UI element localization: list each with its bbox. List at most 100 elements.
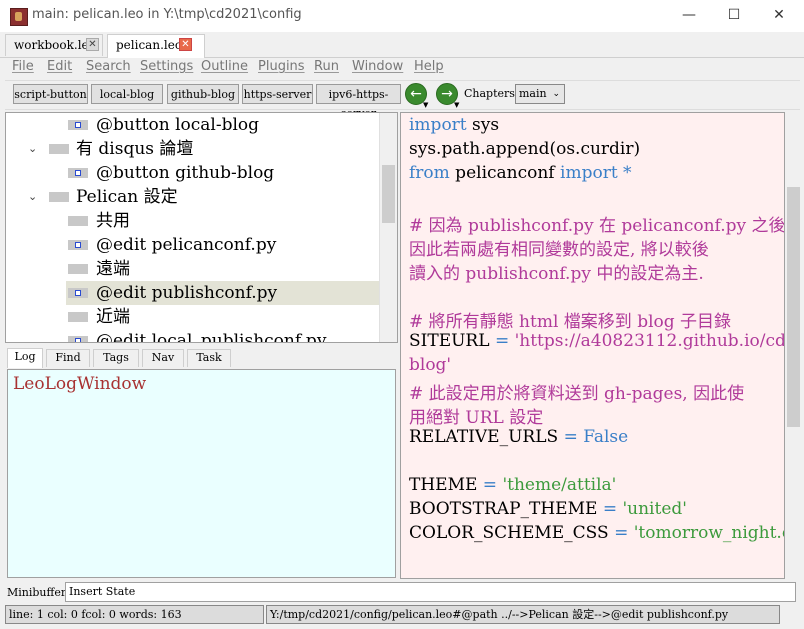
code-token: blog': [409, 355, 452, 375]
node-label: @edit local_publishconf.py: [96, 331, 327, 343]
node-label: Pelican 設定: [76, 187, 178, 207]
menu-edit[interactable]: Edit: [47, 59, 72, 74]
tab-task[interactable]: Task: [187, 349, 231, 367]
log-window[interactable]: LeoLogWindow: [7, 369, 396, 578]
expand-chevron-icon[interactable]: ⌄: [28, 185, 37, 209]
tab-pelican[interactable]: pelican.leo ✕: [107, 34, 205, 58]
close-tab-icon[interactable]: ✕: [86, 38, 99, 51]
code-token: RELATIVE_URLS: [409, 427, 564, 447]
title-bar: main: pelican.leo in Y:\tmp\cd2021\confi…: [0, 0, 804, 32]
body-line[interactable]: sys.path.append(os.curdir): [409, 139, 640, 159]
https-server-button[interactable]: https-server: [242, 84, 313, 104]
body-scrollbar[interactable]: [785, 112, 802, 579]
code-token: # 此設定用於將資料送到 gh-pages, 因此使: [409, 384, 745, 404]
local-blog-button[interactable]: local-blog: [91, 84, 163, 104]
body-line[interactable]: COLOR_SCHEME_CSS = 'tomorrow_night.css': [409, 523, 784, 543]
tab-find[interactable]: Find: [46, 349, 90, 367]
body-editor[interactable]: import sys sys.path.append(os.curdir) from…: [400, 112, 785, 579]
body-line[interactable]: 讀入的 publishconf.py 中的設定為主.: [409, 259, 704, 284]
status-path: Y:/tmp/cd2021/config/pelican.leo#@path .…: [266, 605, 780, 624]
body-scrollbar-thumb[interactable]: [787, 187, 800, 427]
body-line[interactable]: # 此設定用於將資料送到 gh-pages, 因此使: [409, 379, 744, 404]
code-token: from: [409, 163, 450, 183]
code-token: BOOTSTRAP_THEME: [409, 499, 603, 519]
menu-settings[interactable]: Settings: [140, 59, 193, 74]
menu-run[interactable]: Run: [314, 59, 339, 74]
chapters-select[interactable]: main ⌄: [515, 84, 565, 104]
node-icon: [49, 192, 69, 202]
chapters-label: Chapters:: [464, 87, 519, 100]
body-line[interactable]: SITEURL = 'https://a40823112.github.io/c…: [409, 331, 784, 351]
node-marked-icon: [68, 240, 88, 250]
minibuffer-label: Minibuffer:: [7, 586, 70, 599]
body-line[interactable]: # 將所有靜態 html 檔案移到 blog 子目錄: [409, 307, 731, 332]
maximize-button[interactable]: ☐: [720, 4, 748, 26]
tab-tags[interactable]: Tags: [93, 349, 139, 367]
body-line[interactable]: # 因為 publishconf.py 在 pelicanconf.py 之後,: [409, 211, 785, 236]
code-token: = False: [563, 427, 629, 447]
close-tab-icon[interactable]: ✕: [179, 38, 192, 51]
tab-workbook[interactable]: workbook.leo ✕: [5, 34, 103, 56]
code-token: 因此若兩處有相同變數的設定, 將以較後: [409, 240, 709, 260]
outline-scrollbar-thumb[interactable]: [382, 165, 395, 223]
back-history-caret-icon[interactable]: ▼: [423, 101, 428, 109]
code-token: 讀入的 publishconf.py 中的設定為主.: [409, 264, 704, 284]
expand-chevron-icon[interactable]: ⌄: [28, 137, 37, 161]
body-line[interactable]: 因此若兩處有相同變數的設定, 將以較後: [409, 235, 709, 260]
chapters-value: main: [519, 87, 547, 100]
body-line[interactable]: from pelicanconf import *: [409, 163, 632, 183]
code-token: 'united': [617, 499, 687, 519]
node-icon: [68, 312, 88, 322]
menu-help[interactable]: Help: [414, 59, 444, 74]
code-token: THEME: [409, 475, 483, 495]
body-line[interactable]: THEME = 'theme/attila': [409, 475, 616, 495]
code-token: COLOR_SCHEME_CSS: [409, 523, 615, 543]
code-token: import: [560, 163, 618, 183]
minimize-button[interactable]: —: [675, 4, 703, 26]
code-token: sys: [466, 115, 500, 135]
status-position: line: 1 col: 0 fcol: 0 words: 163: [5, 605, 264, 624]
code-token: # 將所有靜態 html 檔案移到 blog 子目錄: [409, 312, 732, 332]
code-token: import: [409, 115, 467, 135]
outline-pane[interactable]: @button local-blog ⌄ 有 disqus 論壇 @button…: [5, 112, 398, 343]
ipv6-https-server-button[interactable]: ipv6-https-server: [316, 84, 401, 120]
outline-node-selected[interactable]: @edit publishconf.py: [66, 281, 382, 305]
node-marked-icon: [68, 120, 88, 130]
code-token: 用絕對 URL 設定: [409, 408, 544, 428]
outline-scrollbar[interactable]: [379, 113, 397, 342]
body-line[interactable]: RELATIVE_URLS = False: [409, 427, 628, 447]
node-marked-icon: [68, 288, 88, 298]
toolbar: script-button local-blog github-blog htt…: [5, 80, 800, 120]
node-icon: [68, 264, 88, 274]
body-line[interactable]: 用絕對 URL 設定: [409, 403, 543, 428]
node-label: @button github-blog: [96, 163, 275, 183]
body-line[interactable]: BOOTSTRAP_THEME = 'united': [409, 499, 687, 519]
github-blog-button[interactable]: github-blog: [167, 84, 239, 104]
menu-search[interactable]: Search: [86, 59, 131, 74]
code-token: # 因為 publishconf.py 在 pelicanconf.py 之後,: [409, 216, 785, 236]
tab-label: pelican.leo: [116, 38, 183, 52]
node-label: @edit pelicanconf.py: [96, 235, 277, 255]
leo-app-icon: [10, 8, 28, 26]
menu-file[interactable]: File: [12, 59, 34, 74]
tab-nav[interactable]: Nav: [142, 349, 184, 367]
menu-outline[interactable]: Outline: [201, 59, 248, 74]
forward-history-caret-icon[interactable]: ▼: [454, 101, 459, 109]
menu-window[interactable]: Window: [352, 59, 403, 74]
close-window-button[interactable]: ✕: [765, 4, 793, 26]
body-line[interactable]: import sys: [409, 115, 499, 135]
node-marked-icon: [68, 168, 88, 178]
code-token: SITEURL: [409, 331, 495, 351]
code-token: *: [617, 163, 632, 183]
node-label: 有 disqus 論壇: [76, 139, 194, 159]
menu-plugins[interactable]: Plugins: [258, 59, 305, 74]
tab-log[interactable]: Log: [7, 348, 43, 368]
code-token: sys.path.append(os.curdir): [409, 139, 641, 159]
code-token: =: [614, 523, 629, 543]
minibuffer-input[interactable]: Insert State: [65, 582, 796, 602]
script-button[interactable]: script-button: [13, 84, 88, 104]
body-line[interactable]: blog': [409, 355, 451, 375]
code-token: =: [494, 331, 510, 351]
node-label: 遠端: [96, 259, 130, 279]
code-token: =: [482, 475, 498, 495]
